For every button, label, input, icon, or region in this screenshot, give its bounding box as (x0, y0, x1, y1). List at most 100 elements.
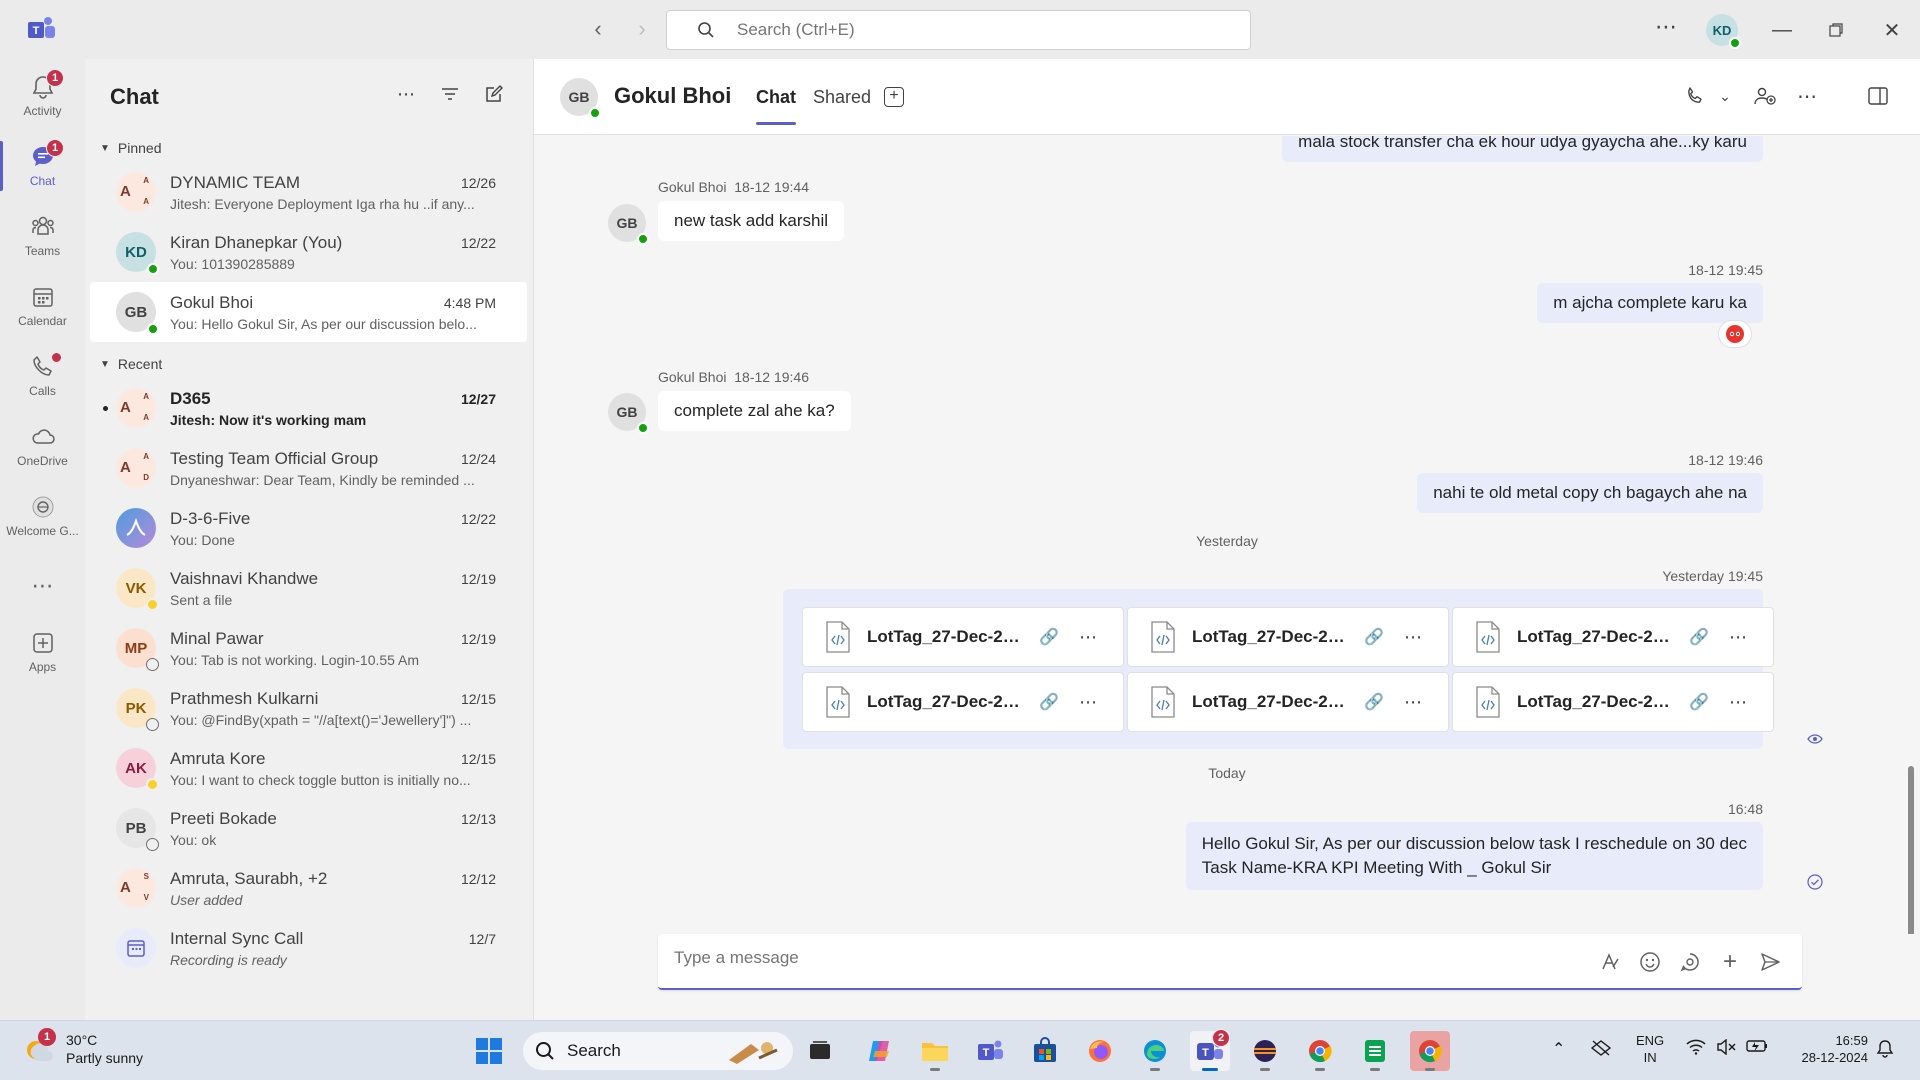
task-view-button[interactable] (800, 1031, 840, 1071)
add-people-icon[interactable] (1752, 83, 1778, 109)
outgoing-message[interactable]: Hello Gokul Sir, As per our discussion b… (1185, 822, 1763, 890)
link-icon[interactable]: 🔗 (1364, 627, 1386, 647)
filter-icon[interactable] (439, 83, 461, 105)
sender-avatar[interactable]: GB (608, 204, 649, 245)
new-chat-icon[interactable] (483, 83, 505, 105)
taskbar-app-chrome-2[interactable] (1410, 1031, 1450, 1071)
taskbar-search[interactable]: Search (523, 1032, 793, 1070)
input-language-indicator[interactable]: ENG IN (1636, 1032, 1664, 1066)
chevron-down-icon[interactable]: ⌄ (1712, 83, 1738, 109)
rail-chat[interactable]: Chat 1 (0, 133, 85, 199)
back-arrow-icon[interactable]: ‹ (586, 16, 610, 42)
loop-component-icon[interactable] (1678, 950, 1702, 974)
file-name[interactable]: LotTag_27-Dec-2024.html (867, 692, 1027, 712)
taskbar-app-copilot[interactable] (859, 1031, 899, 1071)
chat-item-minal-pawar[interactable]: MP Minal Pawar 12/19 You: Tab is not work… (90, 618, 527, 678)
more-options-icon[interactable]: ⋯ (1079, 627, 1098, 648)
show-hidden-icons-chevron-up-icon[interactable]: ⌃ (1552, 1039, 1565, 1059)
contact-avatar[interactable]: GB (560, 78, 601, 119)
rail-calendar[interactable]: Calendar (0, 273, 85, 339)
battery-icon[interactable] (1746, 1039, 1768, 1058)
more-options-icon[interactable]: ⋯ (1729, 692, 1748, 713)
call-icon[interactable] (1682, 83, 1708, 109)
taskbar-app-firefox[interactable] (1080, 1031, 1120, 1071)
chat-item-testing-team[interactable]: AAD Testing Team Official Group 12/24 Dny… (90, 438, 527, 498)
file-card[interactable]: LotTag_27-Dec-2024.html 🔗 ⋯ (1452, 672, 1774, 732)
profile-avatar[interactable]: KD (1706, 14, 1741, 49)
format-icon[interactable] (1598, 950, 1622, 974)
system-clock[interactable]: 16:59 28-12-2024 (1786, 1032, 1869, 1066)
more-options-icon[interactable]: ⋯ (395, 83, 417, 105)
recent-section-toggle[interactable]: ▼ Recent (85, 350, 533, 378)
send-icon[interactable] (1758, 950, 1782, 974)
chat-item-dynamic-team[interactable]: AAA DYNAMIC TEAM 12/26 Jitesh: Everyone D… (90, 162, 527, 222)
incoming-message[interactable]: complete zal ahe ka? (658, 391, 851, 431)
forward-arrow-icon[interactable]: › (630, 16, 654, 42)
tab-shared[interactable]: Shared (813, 87, 871, 108)
search-box[interactable] (666, 10, 1251, 50)
rail-welcome[interactable]: Welcome G... (0, 483, 85, 549)
wifi-icon[interactable] (1686, 1039, 1706, 1060)
taskbar-app-teams-classic[interactable]: T (970, 1031, 1010, 1071)
taskbar-app-eclipse[interactable] (1245, 1031, 1285, 1071)
contact-name[interactable]: Gokul Bhoi (614, 83, 731, 109)
file-card[interactable]: LotTag_27-Dec-2024.html 🔗 ⋯ (1452, 607, 1774, 667)
sender-avatar[interactable]: GB (608, 393, 649, 434)
chat-item-kiran-dhanepkar[interactable]: KD Kiran Dhanepkar (You) 12/22 You: 10139… (90, 222, 527, 282)
file-card[interactable]: LotTag_27-Dec-2024.html 🔗 ⋯ (1127, 672, 1449, 732)
link-icon[interactable]: 🔗 (1689, 692, 1711, 712)
chat-item-amruta-saurabh[interactable]: ASV Amruta, Saurabh, +2 12/12 User added (90, 858, 527, 918)
link-icon[interactable]: 🔗 (1039, 692, 1061, 712)
emoji-icon[interactable] (1638, 950, 1662, 974)
file-name[interactable]: LotTag_27-Dec-2024.html (1517, 692, 1677, 712)
file-card[interactable]: LotTag_27-Dec-2024.html 🔗 ⋯ (1127, 607, 1449, 667)
taskbar-app-teams[interactable]: T 2 (1190, 1029, 1230, 1071)
network-offline-icon[interactable] (1590, 1039, 1612, 1062)
open-side-panel-icon[interactable] (1865, 83, 1891, 109)
reaction-emoji-icon[interactable] (1718, 320, 1752, 348)
tab-chat[interactable]: Chat (756, 87, 796, 125)
chat-item-prathmesh-kulkarni[interactable]: PK Prathmesh Kulkarni 12/15 You: @FindBy(… (90, 678, 527, 738)
rail-onedrive[interactable]: OneDrive (0, 413, 85, 479)
file-name[interactable]: LotTag_27-Dec-2024.html (1192, 627, 1352, 647)
chat-item-gokul-bhoi[interactable]: GB Gokul Bhoi 4:48 PM You: Hello Gokul Si… (90, 282, 527, 342)
minimize-icon[interactable]: — (1768, 16, 1796, 44)
rail-apps[interactable]: Apps (0, 619, 85, 685)
incoming-message[interactable]: new task add karshil (658, 201, 845, 241)
link-icon[interactable]: 🔗 (1039, 627, 1061, 647)
outgoing-message[interactable]: nahi te old metal copy ch bagaych ahe na (1417, 473, 1763, 513)
restore-icon[interactable] (1822, 16, 1850, 44)
weather-widget[interactable]: 1 30°C Partly sunny (22, 1028, 143, 1067)
more-options-icon[interactable]: ⋯ (1404, 627, 1423, 648)
chat-item-preeti-bokade[interactable]: PB Preeti Bokade 12/13 You: ok (90, 798, 527, 858)
chat-item-amruta-kore[interactable]: AK Amruta Kore 12/15 You: I want to check… (90, 738, 527, 798)
message-thread[interactable]: mala stock transfer cha ek hour udya gya… (534, 136, 1920, 934)
chat-item-internal-sync-call[interactable]: Internal Sync Call 12/7 Recording is read… (90, 918, 527, 978)
taskbar-app-chrome[interactable] (1300, 1031, 1340, 1071)
file-name[interactable]: LotTag_27-Dec-2024.html (1517, 627, 1677, 647)
notification-bell-icon[interactable] (1876, 1039, 1894, 1064)
taskbar-app-file-explorer[interactable] (915, 1031, 955, 1071)
pinned-section-toggle[interactable]: ▼ Pinned (85, 134, 533, 162)
compose-box[interactable]: + (658, 934, 1802, 990)
chat-item-d365[interactable]: AAA D365 12/27 Jitesh: Now it's working m… (90, 378, 527, 438)
more-options-icon[interactable]: ⋯ (1794, 83, 1820, 109)
thread-scrollbar[interactable] (1908, 766, 1914, 934)
rail-teams[interactable]: Teams (0, 203, 85, 269)
file-name[interactable]: LotTag_27-Dec-2024.html (867, 627, 1027, 647)
chat-item-d-3-6-five[interactable]: D-3-6-Five 12/22 You: Done (90, 498, 527, 558)
rail-calls[interactable]: Calls (0, 343, 85, 409)
start-button[interactable] (469, 1031, 509, 1071)
file-card[interactable]: LotTag_27-Dec-2024.html 🔗 ⋯ (802, 672, 1124, 732)
link-icon[interactable]: 🔗 (1689, 627, 1711, 647)
settings-more-icon[interactable]: ⋯ (1655, 14, 1678, 40)
message-input[interactable] (674, 948, 1534, 968)
file-card[interactable]: LotTag_27-Dec-2024.html 🔗 ⋯ (802, 607, 1124, 667)
taskbar-app-sheets[interactable] (1355, 1031, 1395, 1071)
file-name[interactable]: LotTag_27-Dec-2024.html (1192, 692, 1352, 712)
add-attachment-icon[interactable]: + (1718, 948, 1742, 975)
search-input[interactable] (737, 20, 1217, 40)
add-tab-icon[interactable]: + (884, 87, 904, 107)
more-options-icon[interactable]: ⋯ (1079, 692, 1098, 713)
outgoing-message[interactable]: m ajcha complete karu ka (1537, 283, 1763, 323)
